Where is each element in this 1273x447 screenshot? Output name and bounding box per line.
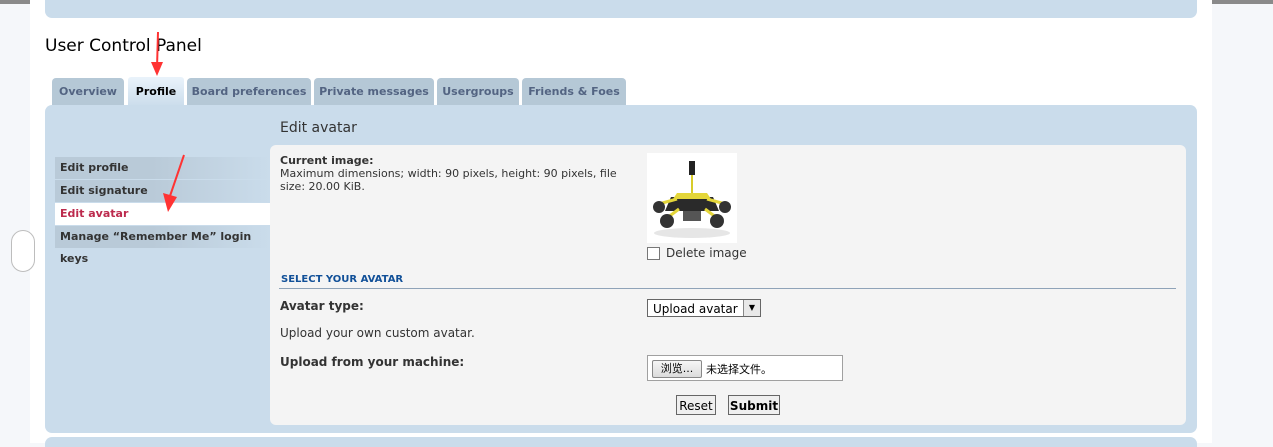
arrow-icon-edit-avatar <box>163 154 185 212</box>
arrow-icon-profile <box>151 31 163 76</box>
annotation-arrows <box>151 31 185 212</box>
